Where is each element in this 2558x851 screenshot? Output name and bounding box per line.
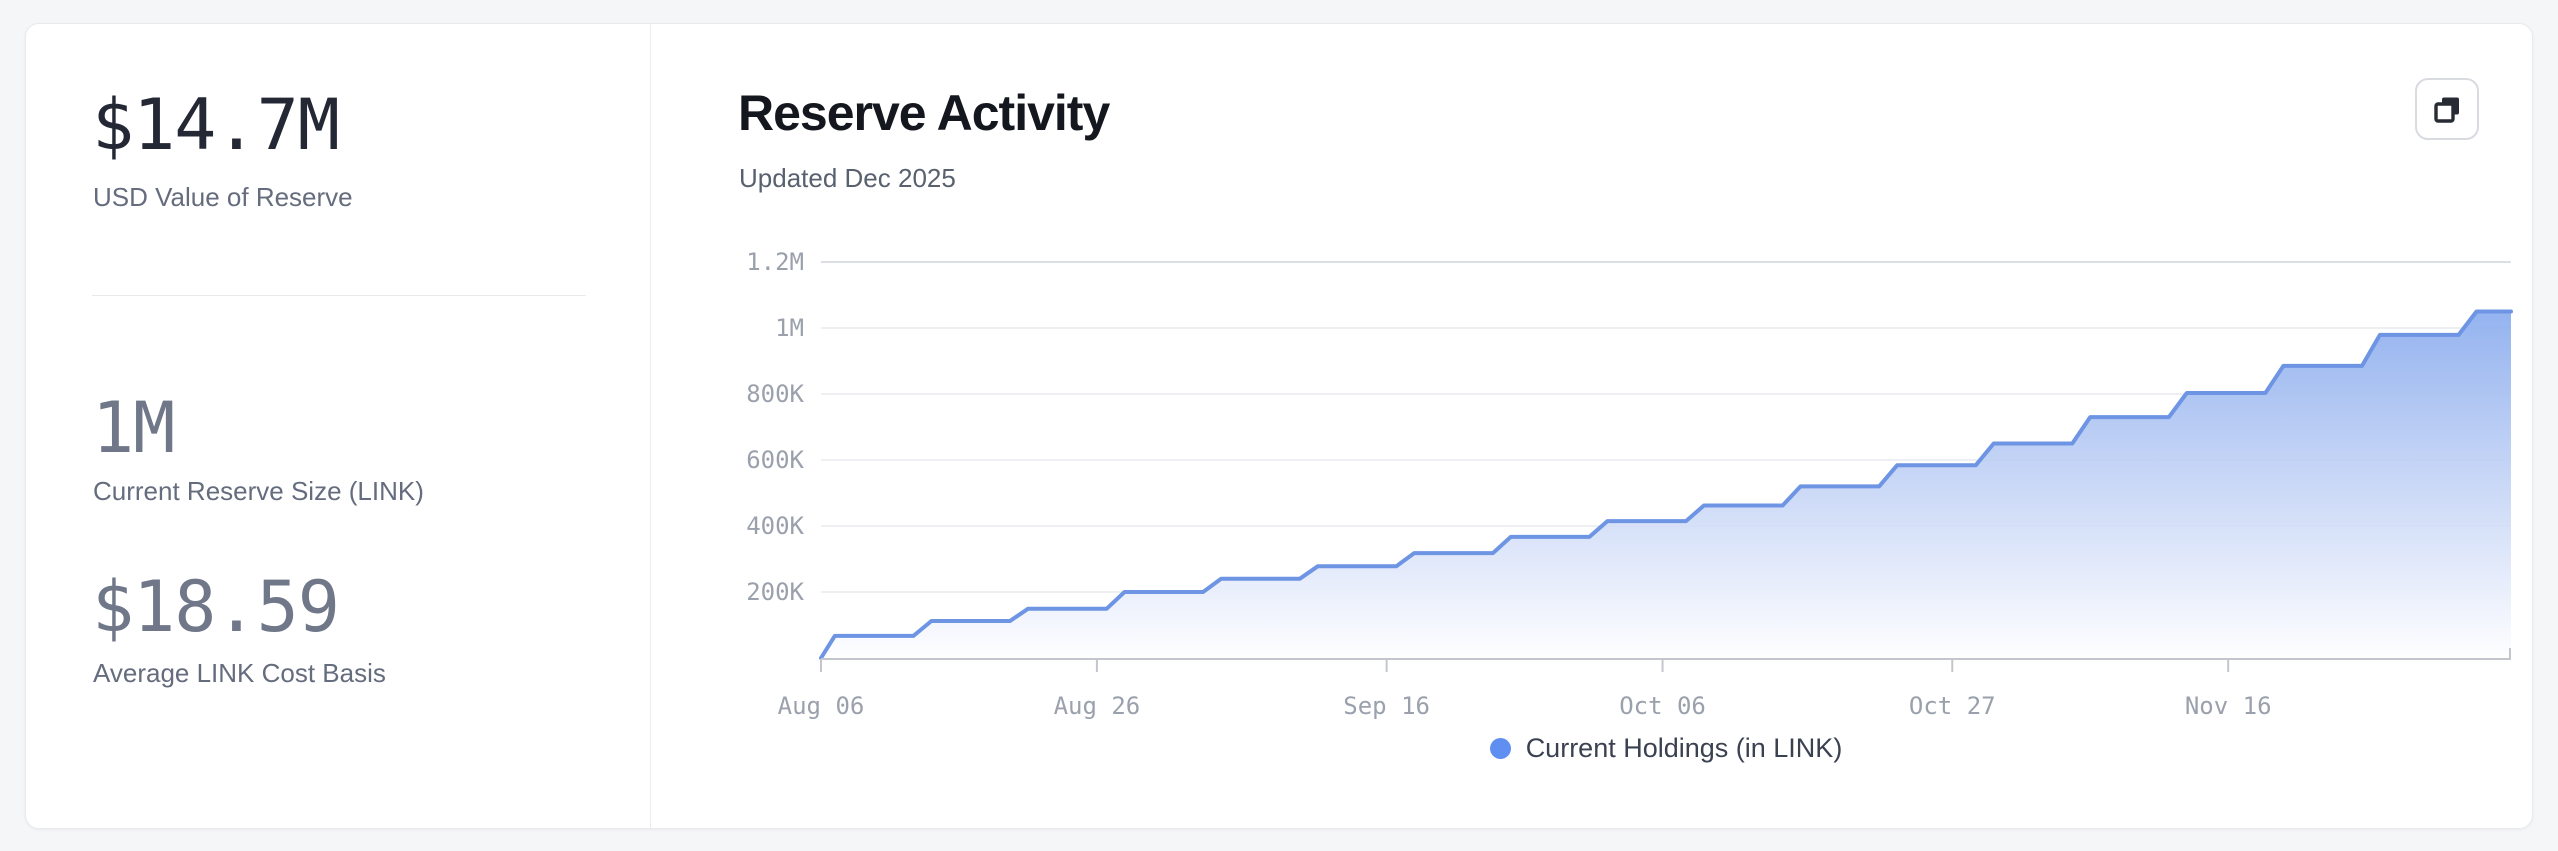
svg-text:Aug 26: Aug 26 <box>1054 692 1141 720</box>
svg-text:Oct 27: Oct 27 <box>1909 692 1996 720</box>
usd-value-label: USD Value of Reserve <box>93 182 353 212</box>
current-reserve-size-label: Current Reserve Size (LINK) <box>93 476 424 506</box>
svg-text:Sep 16: Sep 16 <box>1343 692 1430 720</box>
svg-text:400K: 400K <box>746 512 804 540</box>
usd-value-of-reserve: $14.7M <box>92 88 339 162</box>
legend-label: Current Holdings (in LINK) <box>1526 733 1843 764</box>
chart-legend: Current Holdings (in LINK) <box>821 731 2511 765</box>
current-reserve-size: 1M <box>92 391 174 465</box>
svg-text:Aug 06: Aug 06 <box>778 692 865 720</box>
chart-subtitle: Updated Dec 2025 <box>739 162 956 194</box>
chart-title: Reserve Activity <box>738 84 1109 142</box>
svg-text:Oct 06: Oct 06 <box>1619 692 1706 720</box>
copy-icon <box>2432 94 2463 125</box>
svg-text:600K: 600K <box>746 446 804 474</box>
copy-button[interactable] <box>2415 78 2479 140</box>
svg-text:1M: 1M <box>775 314 804 342</box>
stats-panel: $14.7M USD Value of Reserve 1M Current R… <box>26 24 651 828</box>
page: { "stats": { "usd_value": { "value": "$1… <box>0 0 2558 851</box>
reserve-dashboard-card: $14.7M USD Value of Reserve 1M Current R… <box>25 23 2533 829</box>
svg-text:800K: 800K <box>746 380 804 408</box>
average-cost-basis: $18.59 <box>92 570 339 644</box>
svg-text:1.2M: 1.2M <box>746 248 804 276</box>
reserve-activity-chart[interactable]: 200K 400K 600K 800K 1M 1.2M Aug 06 Aug 26 Sep 16… <box>651 241 2532 781</box>
average-cost-basis-label: Average LINK Cost Basis <box>93 658 386 688</box>
legend-dot-icon <box>1490 738 1511 759</box>
svg-text:Nov 16: Nov 16 <box>2185 692 2272 720</box>
svg-text:200K: 200K <box>746 578 804 606</box>
chart-panel: Reserve Activity Updated Dec 2025 200K 40… <box>651 24 2532 828</box>
stats-divider <box>92 295 586 296</box>
